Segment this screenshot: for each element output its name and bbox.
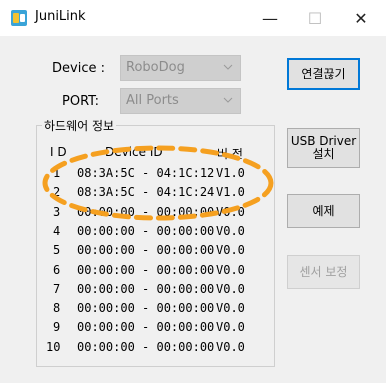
row-device-id: 08:3A:5C - 04:1C:24 <box>77 185 215 200</box>
row-id: 9 <box>53 320 61 335</box>
hardware-info-title: 하드웨어 정보 <box>42 117 117 134</box>
minimize-button[interactable]: — <box>247 0 293 36</box>
chevron-down-icon <box>223 97 233 103</box>
device-select[interactable]: RoboDog <box>120 55 241 81</box>
row-version: V1.0 <box>216 185 245 200</box>
row-version: V0.0 <box>216 281 245 296</box>
usb-driver-install-button[interactable]: USB Driver 설치 <box>287 128 360 168</box>
column-header-id: I D <box>50 145 67 159</box>
column-header-version: 버 전 <box>217 147 243 161</box>
column-header-device-id: Device ID <box>105 145 163 159</box>
port-select-value: All Ports <box>126 93 179 108</box>
row-version: V0.0 <box>216 320 245 335</box>
row-id: 2 <box>53 185 61 200</box>
row-device-id: 00:00:00 - 00:00:00 <box>77 204 215 219</box>
row-id: 5 <box>53 243 61 258</box>
port-select[interactable]: All Ports <box>120 88 241 114</box>
port-label: PORT: <box>62 94 100 109</box>
row-version: V1.0 <box>216 166 245 180</box>
row-version: V0.0 <box>216 204 245 219</box>
row-device-id: 00:00:00 - 00:00:00 <box>77 281 215 296</box>
title-bar: JuniLink — ☐ ✕ <box>0 0 386 36</box>
row-version: V0.0 <box>216 243 245 258</box>
row-device-id: 08:3A:5C - 04:1C:12 <box>77 166 215 180</box>
usb-driver-label-line2: 설치 <box>312 147 335 161</box>
example-button[interactable]: 예제 <box>287 194 360 228</box>
sensor-calibration-button[interactable]: 센서 보정 <box>287 255 360 289</box>
row-device-id: 00:00:00 - 00:00:00 <box>77 301 215 316</box>
app-window: JuniLink — ☐ ✕ Device : RoboDog PORT: Al… <box>0 0 386 383</box>
device-select-value: RoboDog <box>126 60 185 75</box>
row-device-id: 00:00:00 - 00:00:00 <box>77 339 215 354</box>
maximize-button[interactable]: ☐ <box>292 0 338 36</box>
row-id: 1 <box>53 166 61 180</box>
close-button[interactable]: ✕ <box>338 0 384 36</box>
chevron-down-icon <box>223 64 233 70</box>
disconnect-button[interactable]: 연결끊기 <box>287 58 360 90</box>
app-icon <box>11 10 27 26</box>
row-id: 10 <box>46 339 61 354</box>
row-version: V0.0 <box>216 301 245 316</box>
window-title: JuniLink <box>35 9 86 24</box>
row-device-id: 00:00:00 - 00:00:00 <box>77 223 215 238</box>
row-id: 8 <box>53 301 61 316</box>
row-id: 7 <box>53 281 61 296</box>
row-device-id: 00:00:00 - 00:00:00 <box>77 320 215 335</box>
row-version: V0.0 <box>216 262 245 277</box>
row-device-id: 00:00:00 - 00:00:00 <box>77 243 215 258</box>
row-version: V0.0 <box>216 339 245 354</box>
row-id: 3 <box>53 204 61 219</box>
row-id: 6 <box>53 262 61 277</box>
row-version: V0.0 <box>216 223 245 238</box>
row-id: 4 <box>53 223 61 238</box>
row-device-id: 00:00:00 - 00:00:00 <box>77 262 215 277</box>
device-label: Device : <box>52 61 105 76</box>
